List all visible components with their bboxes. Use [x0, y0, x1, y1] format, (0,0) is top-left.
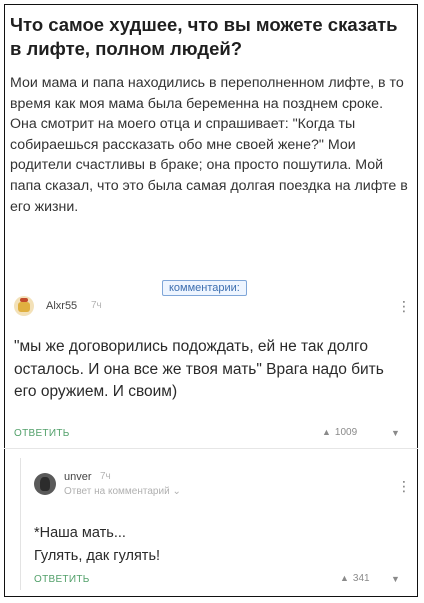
more-options-icon[interactable]: ⋮: [397, 479, 411, 493]
cat-avatar-icon[interactable]: [14, 296, 34, 316]
comment-1-header: Alxr55 7ч ⋮: [14, 296, 414, 318]
comment-1-author[interactable]: Alxr55: [46, 300, 77, 312]
reply-to-link[interactable]: Ответ на комментарий ⌄: [64, 486, 181, 497]
comment-1-time: 7ч: [91, 300, 102, 311]
comment-2-header: unver 7ч Ответ на комментарий ⌄ ⋮: [34, 469, 414, 505]
comments-sticker: комментарии:: [162, 280, 247, 296]
comment-divider: [4, 448, 418, 449]
comment-2-line-2: Гулять, дак гулять!: [34, 548, 161, 564]
comment-2-time: 7ч: [100, 471, 111, 482]
thread-line: [20, 458, 21, 590]
downvote-icon[interactable]: ▼: [391, 428, 400, 438]
upvote-icon[interactable]: ▲: [322, 427, 331, 437]
comment-1-votes: ▲ 1009: [322, 427, 357, 438]
post-body: Мои мама и папа находились в переполненн…: [10, 75, 408, 215]
comment-2-votes: ▲ 341: [340, 573, 370, 584]
comment-1-text: "мы же договорились подождать, ей не так…: [14, 338, 384, 400]
comment-1-reply-button[interactable]: ОТВЕТИТЬ: [14, 428, 70, 439]
user-avatar-icon[interactable]: [34, 473, 56, 495]
post-title: Что самое худшее, что вы можете сказать …: [10, 14, 398, 59]
reply-to-label: Ответ на комментарий: [64, 486, 170, 497]
comment-2-line-1: *Наша мать...: [34, 525, 126, 541]
more-options-icon[interactable]: ⋮: [397, 299, 411, 313]
comment-1-vote-count: 1009: [334, 427, 358, 438]
comment-2-author[interactable]: unver: [64, 471, 92, 483]
chevron-down-icon: ⌄: [172, 486, 181, 497]
upvote-icon[interactable]: ▲: [340, 573, 349, 583]
comment-2-vote-count: 341: [352, 573, 370, 584]
comment-2-text: *Наша мать... Гулять, дак гулять!: [34, 522, 394, 568]
comment-2-reply-button[interactable]: ОТВЕТИТЬ: [34, 574, 90, 585]
downvote-icon[interactable]: ▼: [391, 574, 400, 584]
